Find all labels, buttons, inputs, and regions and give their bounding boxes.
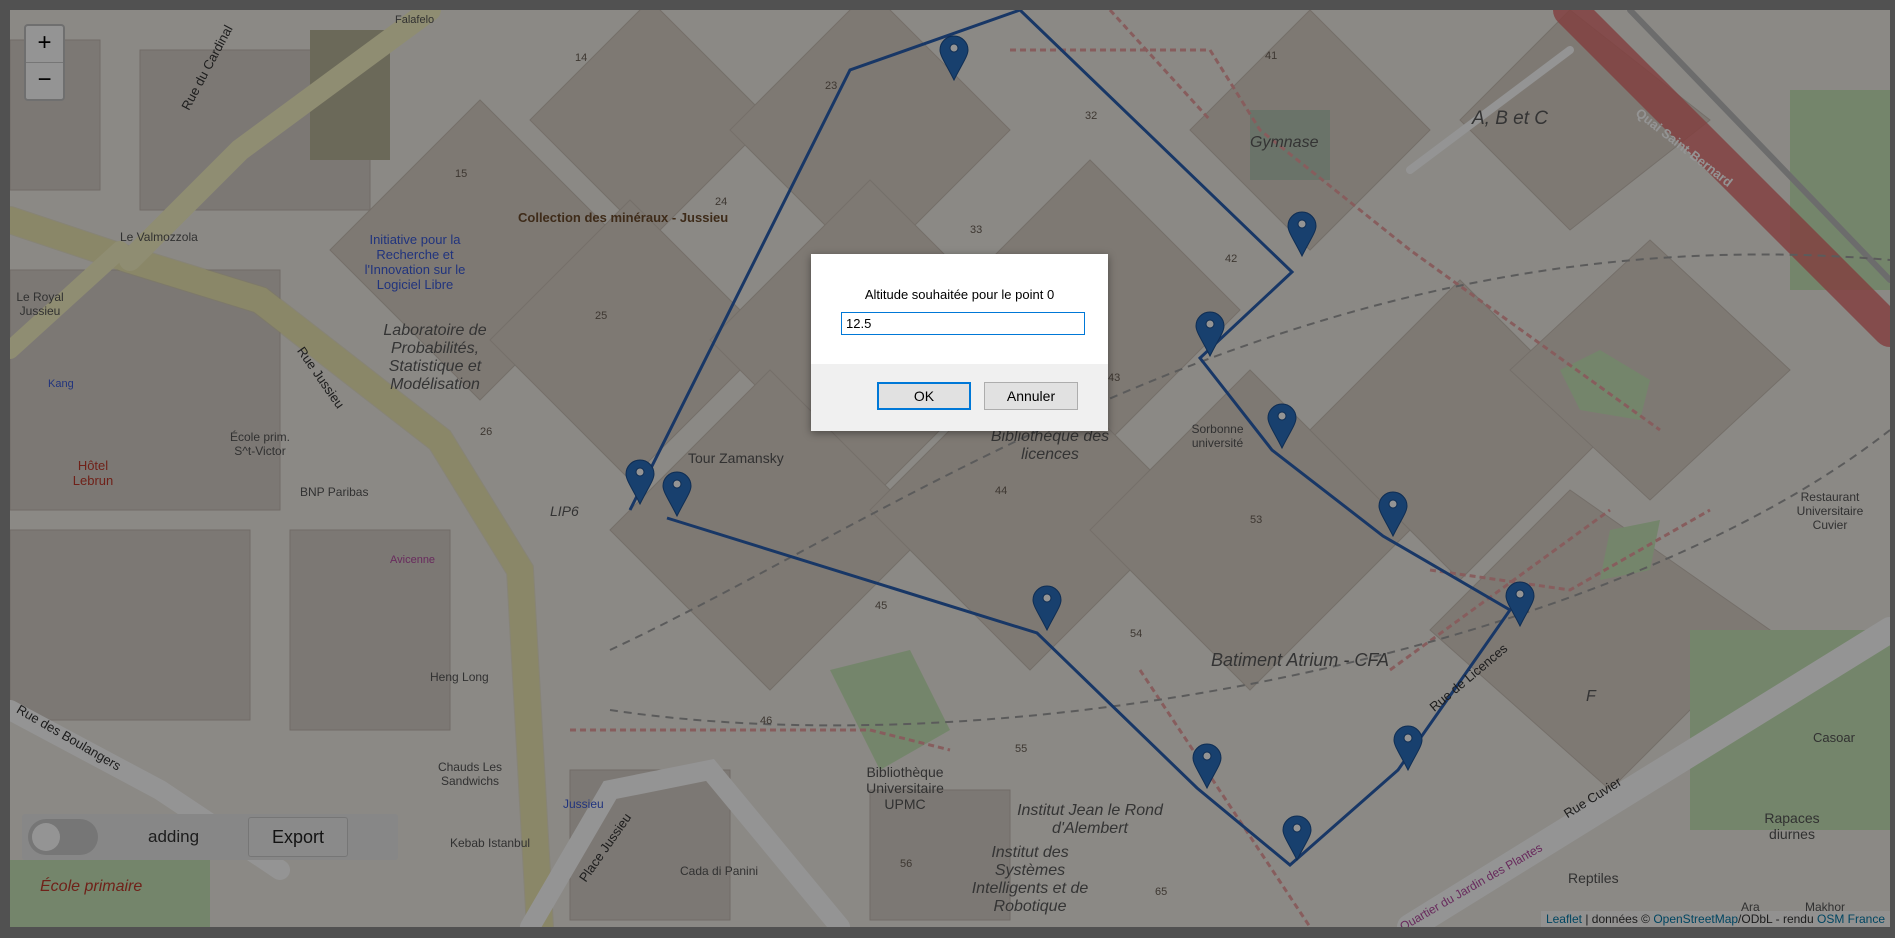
dialog-message: Altitude souhaitée pour le point 0 [864, 287, 1055, 302]
cancel-button[interactable]: Annuler [984, 382, 1078, 410]
altitude-input[interactable] [841, 312, 1085, 335]
ok-button[interactable]: OK [877, 382, 971, 410]
prompt-dialog: Altitude souhaitée pour le point 0 OK An… [811, 254, 1108, 431]
modal-overlay [0, 0, 1895, 938]
